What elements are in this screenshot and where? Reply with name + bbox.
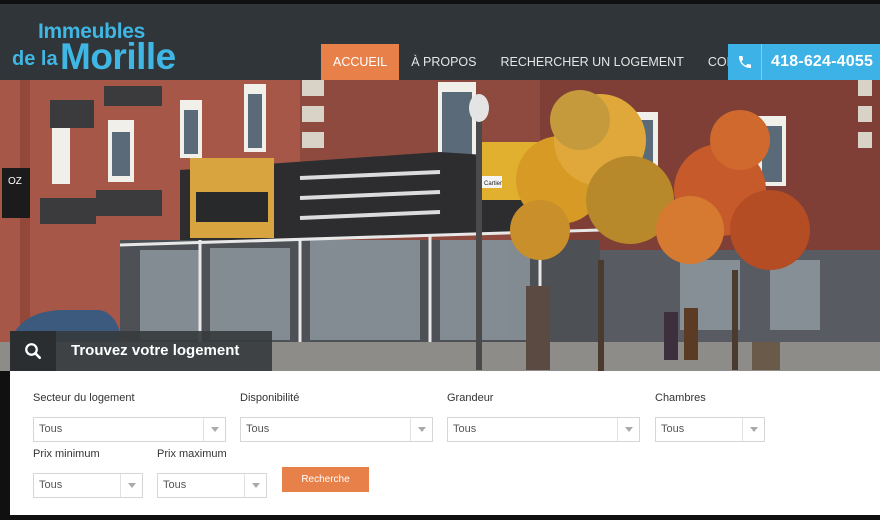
- chevron-down-icon: [244, 474, 266, 497]
- select-value: Tous: [661, 423, 685, 435]
- filter-chambres: Chambres Tous: [655, 391, 765, 442]
- chevron-down-icon: [742, 418, 764, 441]
- filter-label: Grandeur: [447, 392, 494, 404]
- search-tab: Trouvez votre logement: [10, 331, 272, 371]
- filter-label: Chambres: [655, 392, 706, 404]
- filter-grandeur: Grandeur Tous: [447, 391, 640, 442]
- chevron-down-icon: [410, 418, 432, 441]
- filter-label: Prix minimum: [33, 448, 100, 460]
- chevron-down-icon: [120, 474, 142, 497]
- street-sign-text: Cartier: [484, 181, 502, 187]
- page: Immeubles de la Morille ACCUEIL À PROPOS…: [0, 0, 880, 520]
- recherche-button[interactable]: Recherche: [282, 467, 369, 492]
- chambres-select[interactable]: Tous: [655, 417, 765, 442]
- select-value: Tous: [39, 423, 63, 435]
- prix-min-select[interactable]: Tous: [33, 473, 143, 498]
- select-value: Tous: [39, 479, 63, 491]
- filter-disponibilite: Disponibilité Tous: [240, 391, 433, 442]
- search-title: Trouvez votre logement: [71, 342, 240, 359]
- nav-item-a-propos[interactable]: À PROPOS: [399, 44, 488, 80]
- nav-item-accueil[interactable]: ACCUEIL: [321, 44, 400, 80]
- filter-prix-min: Prix minimum Tous: [33, 447, 143, 498]
- site-logo[interactable]: Immeubles de la Morille: [12, 20, 187, 78]
- search-icon: [10, 331, 56, 371]
- filter-label: Disponibilité: [240, 392, 300, 404]
- store-sign-text: OZ: [8, 176, 22, 187]
- nav-item-rechercher[interactable]: RECHERCHER UN LOGEMENT: [488, 44, 695, 80]
- disponibilite-select[interactable]: Tous: [240, 417, 433, 442]
- filter-label: Prix maximum: [157, 448, 227, 460]
- chevron-down-icon: [203, 418, 225, 441]
- logo-line-3: Morille: [60, 36, 176, 77]
- secteur-select[interactable]: Tous: [33, 417, 226, 442]
- hero-photo: OZ Cartier: [0, 80, 880, 371]
- logo-line-2: de la: [12, 48, 58, 70]
- filter-label: Secteur du logement: [33, 392, 135, 404]
- phone-icon: [728, 44, 762, 80]
- filter-prix-max: Prix maximum Tous: [157, 447, 267, 498]
- filter-secteur: Secteur du logement Tous: [33, 391, 226, 442]
- site-header: Immeubles de la Morille ACCUEIL À PROPOS…: [0, 4, 880, 80]
- bottom-border: [0, 515, 880, 520]
- grandeur-select[interactable]: Tous: [447, 417, 640, 442]
- select-value: Tous: [163, 479, 187, 491]
- chevron-down-icon: [617, 418, 639, 441]
- main-nav: ACCUEIL À PROPOS RECHERCHER UN LOGEMENT …: [321, 44, 779, 80]
- select-value: Tous: [246, 423, 270, 435]
- phone-number: 418-624-4055: [771, 53, 874, 70]
- select-value: Tous: [453, 423, 477, 435]
- search-form: Secteur du logement Tous Disponibilité T…: [10, 371, 880, 515]
- prix-max-select[interactable]: Tous: [157, 473, 267, 498]
- phone-button[interactable]: 418-624-4055: [728, 44, 880, 80]
